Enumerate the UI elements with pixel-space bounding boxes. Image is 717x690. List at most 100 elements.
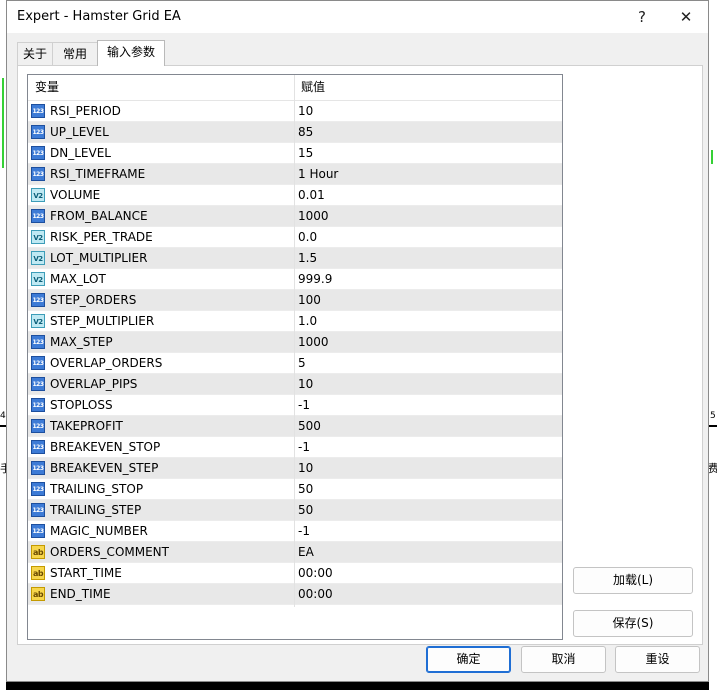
table-row[interactable]: 123 OVERLAP_PIPS 10 [28, 374, 562, 395]
table-row[interactable]: ab ORDERS_COMMENT EA [28, 542, 562, 563]
reset-button[interactable]: 重设 [615, 646, 700, 673]
integer-type-icon: 123 [31, 125, 45, 139]
table-row[interactable]: V2 VOLUME 0.01 [28, 185, 562, 206]
table-row[interactable]: ab END_TIME 00:00 [28, 584, 562, 605]
background-right-label-2: 费 [708, 462, 717, 475]
table-row[interactable]: V2 STEP_MULTIPLIER 1.0 [28, 311, 562, 332]
row-variable-name: STEP_MULTIPLIER [50, 314, 155, 328]
row-value[interactable]: 50 [298, 500, 313, 521]
row-value[interactable]: 0.0 [298, 227, 317, 248]
column-header-value[interactable]: 赋值 [294, 75, 562, 100]
double-type-icon: V2 [31, 188, 45, 202]
row-value[interactable]: 15 [298, 143, 313, 164]
row-variable-name: MAX_STEP [50, 335, 113, 349]
integer-type-icon: 123 [31, 419, 45, 433]
table-row[interactable]: 123 RSI_PERIOD 10 [28, 101, 562, 122]
row-variable-name: FROM_BALANCE [50, 209, 148, 223]
table-row[interactable]: 123 STOPLOSS -1 [28, 395, 562, 416]
table-row[interactable]: 123 MAGIC_NUMBER -1 [28, 521, 562, 542]
row-variable-name: TAKEPROFIT [50, 419, 123, 433]
table-row[interactable]: V2 LOT_MULTIPLIER 1.5 [28, 248, 562, 269]
row-value[interactable]: -1 [298, 437, 310, 458]
table-row[interactable]: V2 MAX_LOT 999.9 [28, 269, 562, 290]
ok-button[interactable]: 确定 [426, 646, 511, 673]
row-variable-name: VOLUME [50, 188, 101, 202]
row-variable-name: TRAILING_STOP [50, 482, 144, 496]
table-header: 变量 赋值 [28, 75, 562, 101]
row-value[interactable]: 1000 [298, 206, 329, 227]
row-value[interactable]: 999.9 [298, 269, 332, 290]
save-button[interactable]: 保存(S) [573, 610, 693, 637]
title-bar: Expert - Hamster Grid EA ? ✕ [7, 1, 708, 33]
row-value[interactable]: 5 [298, 353, 306, 374]
row-value[interactable]: -1 [298, 395, 310, 416]
row-variable-name: BREAKEVEN_STEP [50, 461, 159, 475]
row-variable-name: END_TIME [50, 587, 111, 601]
integer-type-icon: 123 [31, 440, 45, 454]
row-value[interactable]: EA [298, 542, 314, 563]
table-row[interactable]: 123 BREAKEVEN_STOP -1 [28, 437, 562, 458]
window-title: Expert - Hamster Grid EA [17, 9, 181, 24]
integer-type-icon: 123 [31, 167, 45, 181]
tab-inputs[interactable]: 输入参数 [97, 40, 165, 66]
table-row[interactable]: 123 DN_LEVEL 15 [28, 143, 562, 164]
inputs-table[interactable]: 变量 赋值 123 RSI_PERIOD 10 123 UP_LEVEL 85 123 DN_… [27, 74, 563, 640]
integer-type-icon: 123 [31, 524, 45, 538]
table-row[interactable]: 123 BREAKEVEN_STEP 10 [28, 458, 562, 479]
row-variable-name: RSI_TIMEFRAME [50, 167, 146, 181]
row-value[interactable]: 0.01 [298, 185, 325, 206]
tab-about[interactable]: 关于 [17, 42, 53, 65]
table-row[interactable]: V2 RISK_PER_TRADE 0.0 [28, 227, 562, 248]
row-variable-name: STOPLOSS [50, 398, 113, 412]
row-value[interactable]: 50 [298, 479, 313, 500]
background-right-label-1: 5 [710, 411, 716, 421]
row-value[interactable]: 100 [298, 290, 321, 311]
double-type-icon: V2 [31, 230, 45, 244]
row-variable-name: LOT_MULTIPLIER [50, 251, 148, 265]
table-row[interactable]: 123 MAX_STEP 1000 [28, 332, 562, 353]
column-divider [294, 75, 295, 607]
background-right-divider [709, 425, 717, 427]
row-value[interactable]: 00:00 [298, 584, 333, 605]
table-row[interactable]: ab START_TIME 00:00 [28, 563, 562, 584]
row-value[interactable]: 10 [298, 374, 313, 395]
row-value[interactable]: 500 [298, 416, 321, 437]
close-button[interactable]: ✕ [664, 1, 708, 33]
background-candle-right [711, 150, 713, 164]
integer-type-icon: 123 [31, 377, 45, 391]
row-variable-name: RSI_PERIOD [50, 104, 121, 118]
row-value[interactable]: 1.5 [298, 248, 317, 269]
row-variable-name: ORDERS_COMMENT [50, 545, 169, 559]
table-row[interactable]: 123 RSI_TIMEFRAME 1 Hour [28, 164, 562, 185]
table-row[interactable]: 123 TRAILING_STEP 50 [28, 500, 562, 521]
row-variable-name: STEP_ORDERS [50, 293, 137, 307]
row-value[interactable]: 1 Hour [298, 164, 338, 185]
string-type-icon: ab [31, 545, 45, 559]
row-variable-name: MAX_LOT [50, 272, 106, 286]
background-right-strip [709, 0, 717, 690]
row-value[interactable]: 00:00 [298, 563, 333, 584]
row-value[interactable]: 1000 [298, 332, 329, 353]
row-value[interactable]: 10 [298, 458, 313, 479]
row-variable-name: BREAKEVEN_STOP [50, 440, 161, 454]
table-row[interactable]: 123 OVERLAP_ORDERS 5 [28, 353, 562, 374]
row-variable-name: DN_LEVEL [50, 146, 111, 160]
tab-common[interactable]: 常用 [52, 42, 98, 65]
load-button[interactable]: 加载(L) [573, 567, 693, 594]
expert-properties-dialog: Expert - Hamster Grid EA ? ✕ 关于 常用 输入参数 … [6, 0, 709, 682]
cancel-button[interactable]: 取消 [521, 646, 606, 673]
help-button[interactable]: ? [620, 1, 664, 33]
row-value[interactable]: 10 [298, 101, 313, 122]
table-row[interactable]: 123 TAKEPROFIT 500 [28, 416, 562, 437]
row-value[interactable]: 85 [298, 122, 313, 143]
row-variable-name: START_TIME [50, 566, 122, 580]
row-value[interactable]: 1.0 [298, 311, 317, 332]
table-row[interactable]: 123 TRAILING_STOP 50 [28, 479, 562, 500]
integer-type-icon: 123 [31, 356, 45, 370]
table-row[interactable]: 123 FROM_BALANCE 1000 [28, 206, 562, 227]
integer-type-icon: 123 [31, 104, 45, 118]
row-value[interactable]: -1 [298, 521, 310, 542]
table-row[interactable]: 123 UP_LEVEL 85 [28, 122, 562, 143]
column-header-variable[interactable]: 变量 [28, 75, 294, 100]
table-row[interactable]: 123 STEP_ORDERS 100 [28, 290, 562, 311]
